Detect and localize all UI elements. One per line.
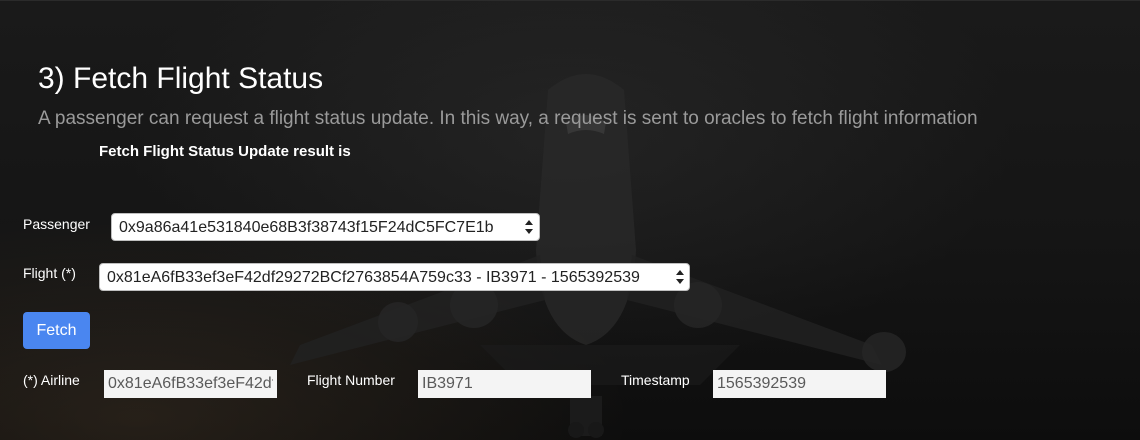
fetch-button[interactable]: Fetch <box>23 312 90 349</box>
airline-field[interactable] <box>104 370 277 398</box>
passenger-select[interactable]: 0x9a86a41e531840e68B3f38743f15F24dC5FC7E… <box>111 213 540 241</box>
timestamp-field[interactable] <box>713 370 886 398</box>
section-title: 3) Fetch Flight Status <box>38 62 324 95</box>
passenger-label: Passenger <box>23 216 90 232</box>
flight-select[interactable]: 0x81eA6fB33ef3eF42df29272BCf2763854A759c… <box>99 263 690 291</box>
timestamp-label: Timestamp <box>621 372 690 388</box>
airline-label: (*) Airline <box>23 372 80 388</box>
fetch-result-text: Fetch Flight Status Update result is <box>99 143 351 160</box>
flight-number-field[interactable] <box>418 370 591 398</box>
flight-label: Flight (*) <box>23 265 76 281</box>
flight-number-label: Flight Number <box>307 372 395 388</box>
section-subtitle: A passenger can request a flight status … <box>38 108 978 129</box>
content-overlay: 3) Fetch Flight Status A passenger can r… <box>0 0 1140 440</box>
